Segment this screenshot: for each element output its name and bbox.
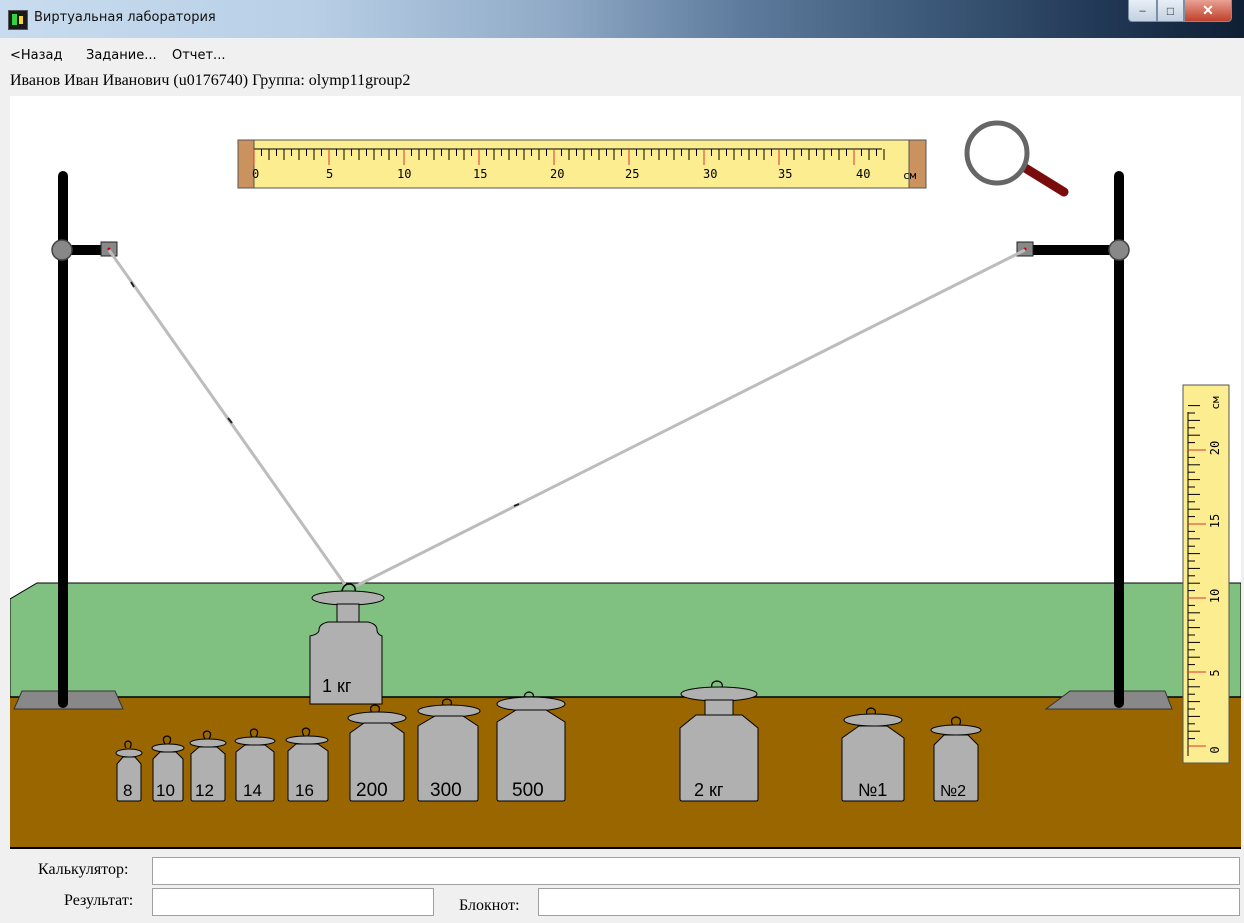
menu-back[interactable]: <Назад <box>10 48 63 63</box>
close-icon: ✕ <box>1202 2 1214 18</box>
h-ruler-label: 20 <box>550 167 564 181</box>
weight-500[interactable]: 500 <box>496 691 566 802</box>
weight-16[interactable]: 16 <box>285 727 329 802</box>
right-thread[interactable] <box>355 248 1026 588</box>
maximize-icon: □ <box>1166 3 1175 18</box>
weight-no1-label: №1 <box>858 780 887 800</box>
result-input[interactable] <box>152 888 434 916</box>
close-button[interactable]: ✕ <box>1184 0 1232 22</box>
result-label: Результат: <box>64 892 134 909</box>
weight-2kg[interactable]: 2 кг <box>679 680 759 802</box>
h-ruler-label: 0 <box>252 167 259 181</box>
horizontal-ruler[interactable]: 0 5 10 15 20 25 30 35 40 см <box>237 139 927 189</box>
h-ruler-label: 35 <box>778 167 792 181</box>
weight-300-label: 300 <box>430 780 462 801</box>
h-ruler-label: 40 <box>856 167 870 181</box>
weight-10-label: 10 <box>156 781 175 800</box>
window-title: Виртуальная лаборатория <box>34 10 216 25</box>
h-ruler-label: 5 <box>326 167 333 181</box>
v-ruler-label: 20 <box>1208 441 1222 455</box>
v-ruler-unit: см <box>1209 396 1222 410</box>
h-ruler-label: 30 <box>703 167 717 181</box>
weight-8[interactable]: 8 <box>115 740 143 802</box>
weight-200-label: 200 <box>356 780 388 801</box>
v-ruler-label: 15 <box>1208 514 1222 528</box>
minimize-button[interactable]: – <box>1128 0 1157 22</box>
weight-500-label: 500 <box>512 780 544 801</box>
menu-report[interactable]: Отчет... <box>172 48 225 63</box>
h-ruler-label: 15 <box>473 167 487 181</box>
magnifier-icon[interactable] <box>964 120 1069 197</box>
weight-8-label: 8 <box>123 781 132 800</box>
weight-10[interactable]: 10 <box>151 735 185 802</box>
h-ruler-label: 25 <box>625 167 639 181</box>
app-icon <box>8 10 28 30</box>
h-ruler-unit: см <box>903 169 917 182</box>
weight-14-label: 14 <box>243 781 262 800</box>
v-ruler-label: 0 <box>1208 746 1222 753</box>
notepad-label: Блокнот: <box>459 897 520 914</box>
weight-300[interactable]: 300 <box>417 698 481 802</box>
user-info: Иванов Иван Иванович (u0176740) Группа: … <box>10 72 411 89</box>
menu-bar: <Назад Задание... Отчет... <box>0 44 1244 66</box>
weight-no1[interactable]: №1 <box>841 707 905 802</box>
weight-2kg-label: 2 кг <box>694 780 724 800</box>
lab-scene: 0 5 10 15 20 25 30 35 40 см см 20 15 10 … <box>10 96 1241 849</box>
vertical-ruler[interactable]: см 20 15 10 5 0 <box>1182 384 1230 764</box>
calculator-input[interactable] <box>152 857 1240 885</box>
menu-task[interactable]: Задание... <box>86 48 157 63</box>
v-ruler-label: 5 <box>1208 669 1222 676</box>
weight-12[interactable]: 12 <box>189 730 227 802</box>
v-ruler-label: 10 <box>1208 589 1222 603</box>
weight-200[interactable]: 200 <box>347 704 407 802</box>
weight-12-label: 12 <box>195 781 214 800</box>
weight-1kg-label: 1 кг <box>322 676 352 696</box>
weight-no2-label: №2 <box>940 783 966 800</box>
title-bar: Виртуальная лаборатория – □ ✕ <box>0 0 1244 38</box>
weight-16-label: 16 <box>295 781 314 800</box>
weight-no2[interactable]: №2 <box>930 716 982 802</box>
notepad-input[interactable] <box>538 888 1240 916</box>
calculator-label: Калькулятор: <box>38 861 129 878</box>
left-thread[interactable] <box>107 249 348 587</box>
table-top <box>10 582 1241 698</box>
minimize-icon: – <box>1139 4 1146 17</box>
weight-1kg[interactable]: 1 кг <box>309 583 385 705</box>
weight-14[interactable]: 14 <box>234 728 276 802</box>
maximize-button[interactable]: □ <box>1157 0 1184 22</box>
h-ruler-label: 10 <box>397 167 411 181</box>
